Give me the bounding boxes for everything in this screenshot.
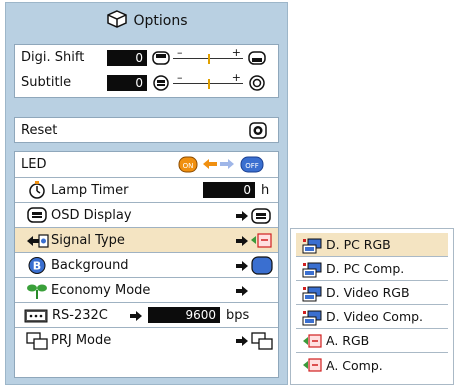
digital-signal-icon [302,238,322,258]
prj-mode-value-icon [251,332,273,350]
lamp-timer-row: Lamp Timer 0 h [15,177,278,202]
analog-signal-icon [302,358,322,376]
submenu-arrow-icon [235,235,249,247]
signal-type-icon [25,233,49,249]
signal-option-d-pc-comp[interactable]: D. PC Comp. [296,257,448,281]
submenu-arrow-icon [235,335,249,347]
signal-type-row[interactable]: Signal Type [15,227,278,252]
arrow-left-icon [202,158,218,170]
signal-option-d-video-rgb[interactable]: D. Video RGB [296,281,448,305]
osd-display-value-icon [251,207,271,225]
prj-mode-icon [26,332,48,350]
led-label: LED [21,157,47,172]
analog-signal-icon [302,334,322,352]
menu-title-text: Options [133,13,188,29]
settings-panel: LED ON OFF Lamp Timer 0 h OSD Display Si… [14,151,279,378]
digi-shift-label: Digi. Shift [21,50,85,65]
digital-signal-icon [302,262,322,282]
svg-text:B: B [33,260,41,273]
digi-shift-value: 0 [107,49,147,66]
osd-display-icon [27,206,47,224]
signal-option-label: D. PC RGB [326,237,391,252]
economy-mode-row[interactable]: Economy Mode [15,277,278,302]
digital-signal-icon [302,310,322,330]
analog-signal-icon [250,232,272,249]
rs232c-value: 9600 [148,307,220,323]
reset-icon[interactable] [249,122,267,139]
led-off-icon[interactable]: OFF [240,156,264,173]
lamp-timer-unit: h [261,182,270,198]
rs232c-label: RS-232C [52,307,108,323]
economy-mode-label: Economy Mode [51,282,151,298]
led-off-text: OFF [245,162,259,170]
signal-option-a-comp[interactable]: A. Comp. [296,353,448,377]
signal-option-label: D. PC Comp. [326,261,405,276]
submenu-arrow-icon [235,260,249,272]
osd-display-row[interactable]: OSD Display [15,202,278,227]
shift-min-icon [152,50,170,66]
prj-mode-row[interactable]: PRJ Mode [15,327,278,352]
menu-title: Options [6,3,289,39]
lamp-timer-label: Lamp Timer [51,182,129,198]
background-icon: B [27,256,47,275]
subtitle-row[interactable]: Subtitle 0 – + [15,70,278,95]
arrow-right-icon [219,158,235,170]
signal-option-label: D. Video Comp. [326,309,424,324]
digital-signal-icon [302,286,322,306]
submenu-arrow-icon [129,310,143,322]
reset-label: Reset [21,123,58,138]
subtitle-min-icon [152,75,170,91]
subtitle-value: 0 [107,74,147,91]
led-row[interactable]: LED ON OFF [15,152,278,177]
subtitle-max-icon [248,75,266,91]
background-row[interactable]: B Background [15,252,278,277]
economy-leaf-icon [26,282,48,300]
reset-row[interactable]: Reset [15,118,278,143]
submenu-arrow-icon [235,285,249,297]
signal-option-d-video-comp[interactable]: D. Video Comp. [296,305,448,329]
digi-shift-slider[interactable]: – + [173,46,243,64]
shift-max-icon [248,50,266,66]
rs232c-row[interactable]: RS-232C 9600 bps [15,302,278,327]
signal-type-label: Signal Type [51,232,125,248]
signal-option-d-pc-rgb[interactable]: D. PC RGB [296,233,448,257]
signal-option-label: D. Video RGB [326,285,410,300]
signal-option-label: A. RGB [326,333,370,348]
shift-panel: Digi. Shift 0 – + Subtitle 0 – + [14,44,279,98]
lamp-timer-icon [27,181,47,200]
signal-option-label: A. Comp. [326,357,383,373]
signal-type-submenu: D. PC RGB D. PC Comp. D. Video RGB D. Vi… [290,228,454,385]
reset-panel: Reset [14,117,279,143]
subtitle-label: Subtitle [21,75,72,90]
background-label: Background [51,257,129,273]
prj-mode-label: PRJ Mode [51,332,112,348]
digi-shift-row[interactable]: Digi. Shift 0 – + [15,45,278,70]
options-menu: Options Digi. Shift 0 – + Subtitle 0 – +… [5,2,288,385]
subtitle-slider[interactable]: – + [173,71,243,89]
led-on-icon[interactable]: ON [178,156,198,173]
serial-port-icon [24,309,48,323]
blue-background-swatch-icon [251,256,273,275]
signal-option-a-rgb[interactable]: A. RGB [296,329,448,353]
lamp-timer-value: 0 [203,182,255,198]
osd-display-label: OSD Display [51,207,132,223]
options-icon [107,10,128,32]
led-on-text: ON [183,162,194,170]
rs232c-unit: bps [226,307,250,323]
submenu-arrow-icon [235,210,249,222]
